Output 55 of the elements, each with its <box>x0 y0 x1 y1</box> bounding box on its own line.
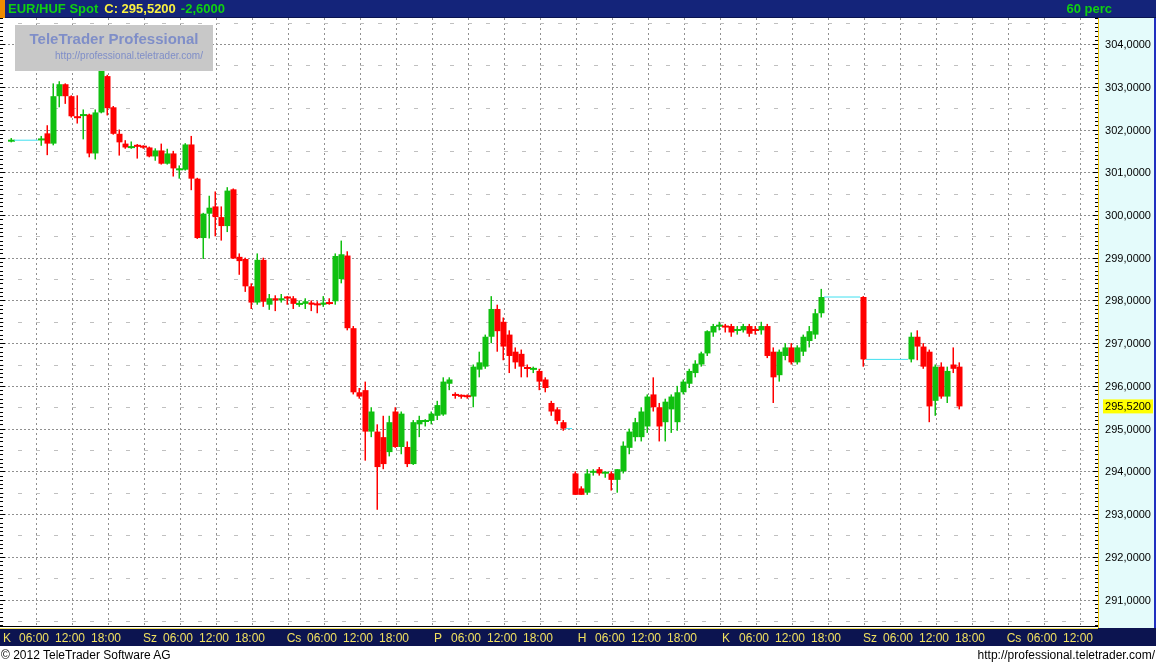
time-label: 06:00 <box>739 631 769 645</box>
time-label: 18:00 <box>523 631 553 645</box>
tab-marker <box>0 0 5 18</box>
logo-text: TeleTrader Professional <box>29 29 199 49</box>
axis-label: 296,0000 <box>1105 379 1151 392</box>
axis-label: 300,0000 <box>1105 208 1151 221</box>
time-label: 12:00 <box>631 631 661 645</box>
time-label: 12:00 <box>919 631 949 645</box>
time-label: 18:00 <box>91 631 121 645</box>
time-label: 12:00 <box>775 631 805 645</box>
axis-label: 294,0000 <box>1105 465 1151 478</box>
last-price-marker: 295,5200 <box>1103 399 1153 414</box>
day-label: K <box>722 631 730 645</box>
price-change: -2,6000 <box>180 0 225 18</box>
time-label: 12:00 <box>199 631 229 645</box>
time-label: 06:00 <box>595 631 625 645</box>
time-label: 12:00 <box>1063 631 1093 645</box>
day-label: Cs <box>1006 631 1022 645</box>
logo-url: http://professional.teletrader.com/ <box>55 50 203 62</box>
axis-label: 297,0000 <box>1105 337 1151 350</box>
axis-label: 303,0000 <box>1105 80 1151 93</box>
axis-label: 291,0000 <box>1105 593 1151 606</box>
axis-label: 301,0000 <box>1105 166 1151 179</box>
day-label: Sz <box>143 631 157 645</box>
day-label: Sz <box>863 631 877 645</box>
time-label: 18:00 <box>667 631 697 645</box>
close-price: C: 295,5200 <box>104 0 176 18</box>
axis-label: 298,0000 <box>1105 294 1151 307</box>
time-label: 06:00 <box>1027 631 1057 645</box>
day-label: K <box>3 631 11 645</box>
time-label: 18:00 <box>379 631 409 645</box>
time-label: 06:00 <box>307 631 337 645</box>
time-label: 06:00 <box>163 631 193 645</box>
day-label: P <box>434 631 442 645</box>
interval-label: 60 perc <box>1066 0 1112 18</box>
axis-label: 302,0000 <box>1105 123 1151 136</box>
axis-label: 295,0000 <box>1105 422 1151 435</box>
axis-label: 293,0000 <box>1105 508 1151 521</box>
day-label: H <box>577 631 587 645</box>
symbol-title: EUR/HUF Spot <box>8 0 99 18</box>
axis-label: 304,0000 <box>1105 38 1151 51</box>
time-label: 06:00 <box>451 631 481 645</box>
axis-label: 292,0000 <box>1105 550 1151 563</box>
time-label: 06:00 <box>883 631 913 645</box>
time-label: 18:00 <box>955 631 985 645</box>
time-label: 12:00 <box>487 631 517 645</box>
day-label: Cs <box>286 631 302 645</box>
time-label: 12:00 <box>343 631 373 645</box>
time-label: 06:00 <box>19 631 49 645</box>
time-label: 18:00 <box>811 631 841 645</box>
copyright-text: © 2012 TeleTrader Software AG <box>1 647 171 664</box>
time-label: 12:00 <box>55 631 85 645</box>
axis-label: 299,0000 <box>1105 251 1151 264</box>
time-label: 18:00 <box>235 631 265 645</box>
footer-url: http://professional.teletrader.com/ <box>977 647 1155 664</box>
